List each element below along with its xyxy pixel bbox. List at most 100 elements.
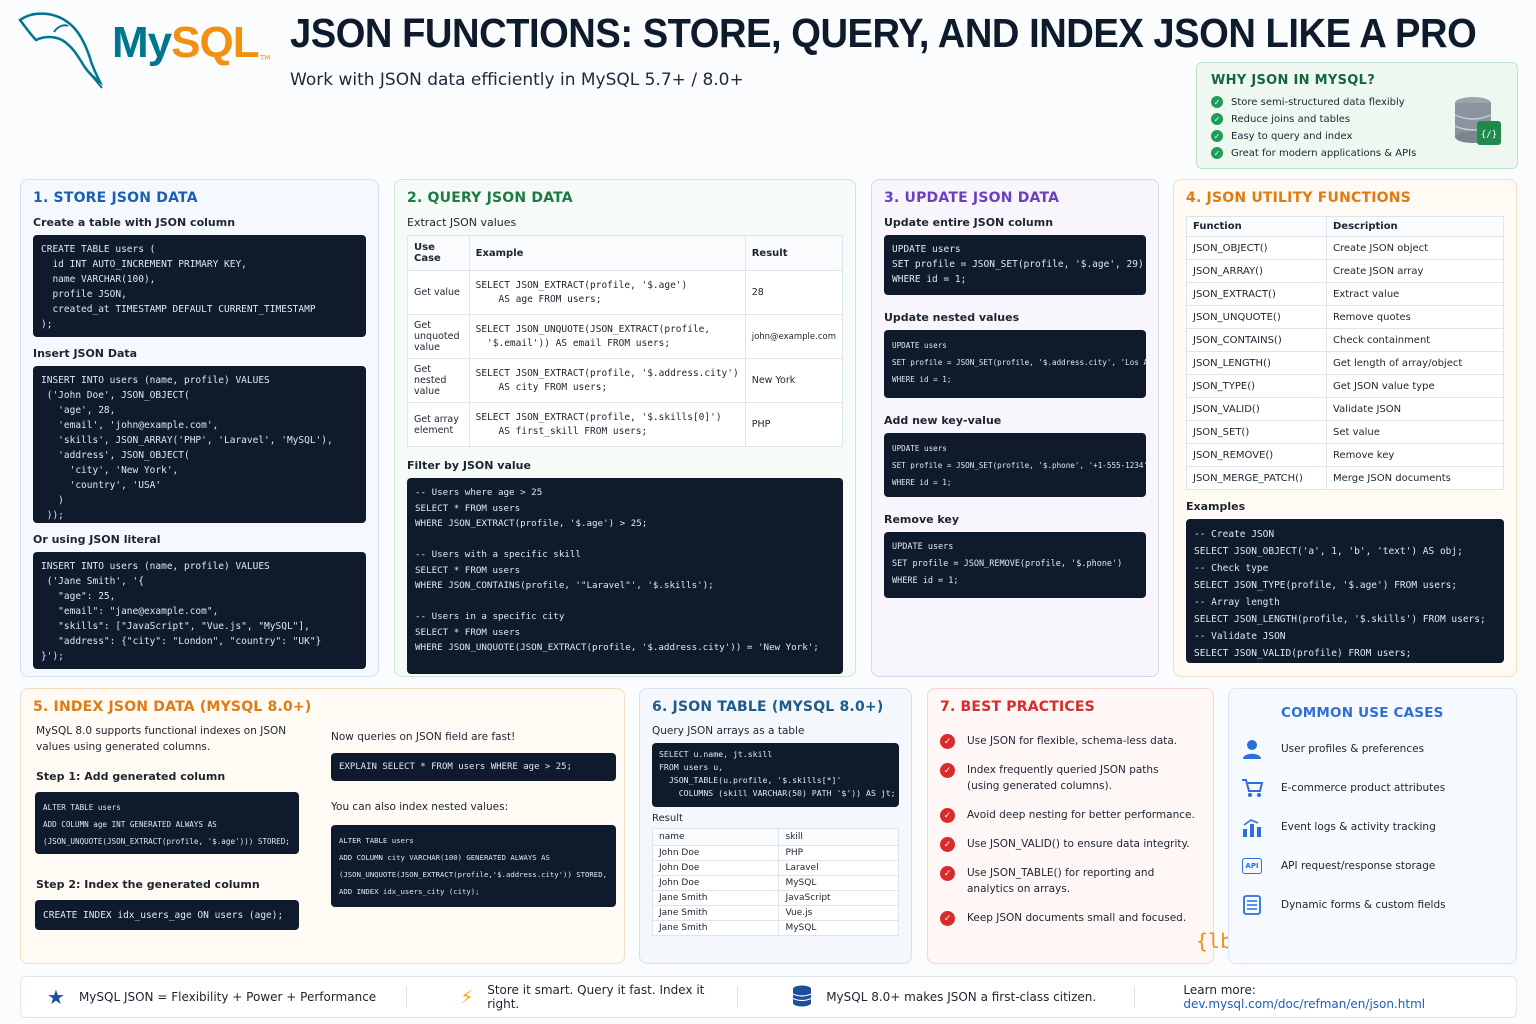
nested-index-code: ALTER TABLE users ADD COLUMN city VARCHA… — [331, 825, 616, 907]
table-row: John Doe MySQL — [651, 875, 899, 891]
remove-key-label: Remove key — [884, 513, 960, 526]
result-cell: john@example.com — [744, 314, 844, 359]
best-practice-label: Use JSON_VALID() to ensure data integrit… — [967, 838, 1190, 850]
index-json-card: 5. INDEX JSON DATA (MYSQL 8.0+) MySQL 8.… — [20, 688, 625, 964]
footer-text: MySQL JSON = Flexibility + Power + Perfo… — [78, 990, 377, 1004]
use-case-item: Event logs & activity tracking — [1241, 817, 1502, 837]
why-item-label: Reduce joins and tables — [1231, 113, 1351, 125]
check-icon: ✓ — [1211, 147, 1223, 159]
logo-my: My — [112, 18, 172, 67]
skill-cell: Vue.js — [778, 905, 899, 921]
check-icon: ✓ — [1211, 113, 1223, 125]
table-row: John Doe PHP — [651, 845, 899, 861]
table-row: JSON_VALID() Validate JSON — [1186, 397, 1504, 421]
table-row: Jane Smith Vue.js — [651, 905, 899, 921]
use-case-label: Event logs & activity tracking — [1281, 821, 1436, 833]
check-icon: ✓ — [940, 911, 955, 926]
footer-item: ⚡ Store it smart. Query it fast. Index i… — [407, 983, 738, 1011]
index-json-title: 5. INDEX JSON DATA (MYSQL 8.0+) — [33, 699, 312, 715]
footer-item: MySQL 8.0+ makes JSON a first-class citi… — [738, 985, 1134, 1010]
step1-label: Step 1: Add generated column — [36, 770, 226, 783]
filter-label: Filter by JSON value — [407, 459, 531, 472]
use-case-item: Dynamic forms & custom fields — [1241, 895, 1502, 915]
page-title: JSON FUNCTIONS: STORE, QUERY, AND INDEX … — [290, 10, 1477, 56]
skill-cell: MySQL — [778, 875, 899, 891]
name-cell: John Doe — [651, 875, 780, 891]
use-case-item: User profiles & preferences — [1241, 739, 1502, 759]
name-cell: John Doe — [651, 860, 780, 876]
remove-key-code: UPDATE users SET profile = JSON_REMOVE(p… — [884, 532, 1146, 598]
result-cell: New York — [744, 358, 844, 403]
col-example: Example — [468, 235, 746, 271]
examples-code: -- Create JSON SELECT JSON_OBJECT('a', 1… — [1186, 519, 1504, 663]
database-icon — [792, 985, 812, 1010]
use-case-item: API API request/response storage — [1241, 856, 1502, 876]
function-cell: JSON_EXTRACT() — [1186, 282, 1327, 306]
use-case-cell: Get unquoted value — [407, 314, 470, 359]
name-cell: John Doe — [651, 845, 780, 861]
function-cell: JSON_ARRAY() — [1186, 259, 1327, 283]
footer-text: Store it smart. Query it fast. Index it … — [487, 983, 705, 1011]
best-practice-item: ✓ Avoid deep nesting for better performan… — [940, 807, 1201, 823]
table-row: JSON_SET() Set value — [1186, 420, 1504, 444]
table-row: JSON_MERGE_PATCH() Merge JSON documents — [1186, 466, 1504, 490]
description-cell: Set value — [1326, 420, 1504, 444]
store-json-title: 1. STORE JSON DATA — [33, 190, 198, 206]
utility-functions-card: 4. JSON UTILITY FUNCTIONS Function Descri… — [1173, 179, 1517, 677]
table-row: Get nested value SELECT JSON_EXTRACT(prof… — [407, 358, 844, 403]
result-cell: PHP — [744, 402, 844, 447]
best-practice-label: Keep JSON documents small and focused. — [967, 912, 1187, 924]
use-cases-title: COMMON USE CASES — [1281, 705, 1444, 721]
json-table-result: name skill John Doe PHP John Doe Laravel John… — [651, 828, 899, 936]
best-practice-label: Avoid deep nesting for better performanc… — [967, 809, 1195, 821]
check-icon: ✓ — [1211, 96, 1223, 108]
logo-wordmark: MySQL — [112, 18, 260, 68]
create-table-label: Create a table with JSON column — [33, 216, 236, 229]
description-cell: Get JSON value type — [1326, 374, 1504, 398]
col-name: name — [651, 828, 780, 846]
function-cell: JSON_CONTAINS() — [1186, 328, 1327, 352]
best-practice-item: ✓ Index frequently queried JSON paths (us… — [940, 762, 1201, 794]
table-row: Jane Smith MySQL — [651, 920, 899, 936]
star-icon: ★ — [47, 985, 65, 1009]
name-cell: Jane Smith — [651, 905, 780, 921]
function-cell: JSON_TYPE() — [1186, 374, 1327, 398]
form-icon — [1241, 895, 1263, 915]
add-key-label: Add new key-value — [884, 414, 1002, 427]
update-json-card: 3. UPDATE JSON DATA Update entire JSON c… — [871, 179, 1159, 677]
best-practice-label: Use JSON_TABLE() for reporting and analy… — [967, 867, 1155, 895]
result-cell: 28 — [744, 270, 844, 315]
update-nested-label: Update nested values — [884, 311, 1020, 324]
col-function: Function — [1186, 216, 1327, 237]
check-icon: ✓ — [1211, 130, 1223, 142]
description-cell: Get length of array/object — [1326, 351, 1504, 375]
nested-index-label: You can also index nested values: — [331, 801, 509, 813]
name-cell: Jane Smith — [651, 890, 780, 906]
examples-label: Examples — [1186, 500, 1246, 513]
update-nested-code: UPDATE users SET profile = JSON_SET(prof… — [884, 330, 1146, 398]
insert-json-label: Insert JSON Data — [33, 347, 138, 360]
use-case-label: API request/response storage — [1281, 860, 1436, 872]
function-cell: JSON_MERGE_PATCH() — [1186, 466, 1327, 490]
docs-link[interactable]: dev.mysql.com/doc/refman/en/json.html — [1183, 997, 1425, 1011]
why-item-label: Store semi-structured data flexibly — [1231, 96, 1405, 108]
table-row: JSON_EXTRACT() Extract value — [1186, 282, 1504, 306]
use-case-cell: Get array element — [407, 402, 470, 447]
logo-sql: SQL — [171, 18, 259, 67]
footer-bar: ★ MySQL JSON = Flexibility + Power + Per… — [20, 976, 1517, 1018]
query-json-card: 2. QUERY JSON DATA Extract JSON values U… — [394, 179, 856, 677]
footer-item: ★ MySQL JSON = Flexibility + Power + Per… — [21, 985, 406, 1009]
chart-icon — [1241, 817, 1263, 837]
best-practice-item: ✓ Use JSON_VALID() to ensure data integri… — [940, 836, 1201, 852]
step1-code: ALTER TABLE users ADD COLUMN age INT GEN… — [35, 792, 299, 854]
skill-cell: MySQL — [778, 920, 899, 936]
json-table-result-body: John Doe PHP John Doe Laravel John Doe MySQL J… — [651, 845, 899, 936]
why-item-label: Easy to query and index — [1231, 130, 1353, 142]
json-table-title: 6. JSON TABLE (MYSQL 8.0+) — [652, 699, 884, 715]
create-table-code: CREATE TABLE users ( id INT AUTO_INCREME… — [33, 235, 366, 337]
col-use-case: Use Case — [407, 235, 470, 271]
table-row: JSON_LENGTH() Get length of array/object — [1186, 351, 1504, 375]
function-cell: JSON_VALID() — [1186, 397, 1327, 421]
cart-icon — [1241, 778, 1263, 798]
use-case-label: E-commerce product attributes — [1281, 782, 1446, 794]
